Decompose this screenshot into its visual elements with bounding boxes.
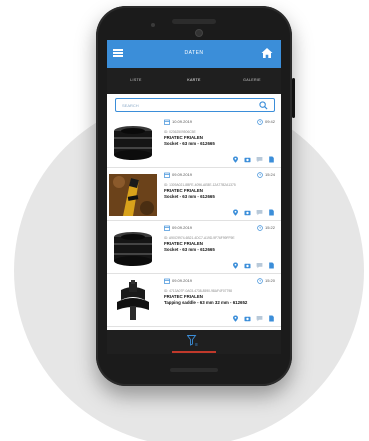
product-description: Socket - 63 mm - 612665 — [164, 194, 215, 199]
phone-frame: DATEN LISTE KARTE GALERIE SEARCH 10.09.2… — [96, 6, 295, 386]
record-date: 09.09.2019 — [164, 172, 192, 178]
camera-icon[interactable] — [244, 156, 251, 163]
camera-icon[interactable] — [244, 315, 251, 322]
comment-icon[interactable] — [256, 209, 263, 216]
product-thumbnail — [109, 121, 157, 163]
search-input[interactable]: SEARCH — [115, 98, 275, 112]
date-text: 09.09.2019 — [172, 278, 193, 284]
filter-icon[interactable]: ≡ — [187, 335, 201, 347]
record-time: 09:42 — [257, 119, 275, 125]
calendar-icon — [164, 119, 170, 125]
comment-icon[interactable] — [256, 262, 263, 269]
date-text: 10.09.2019 — [172, 119, 193, 125]
record-time: 15:22 — [257, 225, 275, 231]
clock-icon — [257, 225, 263, 231]
app-header: DATEN — [107, 40, 281, 68]
tab-bar: LISTE KARTE GALERIE — [107, 68, 281, 94]
calendar-icon — [164, 172, 170, 178]
record-date: 09.09.2019 — [164, 225, 192, 231]
comment-icon[interactable] — [256, 315, 263, 322]
record-date: 09.09.2019 — [164, 278, 192, 284]
document-icon[interactable] — [268, 209, 275, 216]
svg-text:≡: ≡ — [195, 342, 198, 347]
record-time: 15:20 — [257, 278, 275, 284]
home-icon[interactable] — [261, 47, 273, 59]
time-text: 15:24 — [264, 172, 275, 178]
location-pin-icon[interactable] — [232, 209, 239, 216]
date-text: 09.09.2019 — [172, 172, 193, 178]
camera-icon[interactable] — [244, 262, 251, 269]
list-item[interactable]: 10.09.2019 09:42 ID: 02362509506C5E FRIA… — [107, 116, 281, 168]
list-item[interactable]: 09.09.2019 15:22 ID: A90C9974-6B21-4DC7-… — [107, 222, 281, 274]
clock-icon — [257, 278, 263, 284]
bottom-speaker — [170, 368, 218, 372]
tab-liste[interactable]: LISTE — [107, 68, 165, 94]
page-title: DATEN — [184, 50, 204, 56]
proximity-sensor — [151, 23, 155, 27]
document-icon[interactable] — [268, 262, 275, 269]
list-item[interactable]: 09.09.2019 15:24 ID: 1309A021-8BFE-4096-… — [107, 169, 281, 221]
manufacturer: FRIATEC FRIALEN — [164, 188, 203, 193]
tab-galerie[interactable]: GALERIE — [223, 68, 281, 94]
active-indicator — [172, 351, 216, 353]
item-actions — [232, 209, 275, 216]
time-text: 15:22 — [264, 225, 275, 231]
product-description: Tapping saddle - 63 mm 32 mm - 612652 — [164, 300, 248, 305]
product-description: Socket - 63 mm - 612665 — [164, 247, 215, 252]
item-actions — [232, 262, 275, 269]
bottom-bar: ≡ — [107, 330, 281, 354]
front-camera — [195, 29, 203, 37]
search-placeholder: SEARCH — [122, 103, 139, 108]
power-button — [292, 78, 295, 118]
document-icon[interactable] — [268, 315, 275, 322]
date-text: 09.09.2019 — [172, 225, 193, 231]
record-time: 15:24 — [257, 172, 275, 178]
tab-karte[interactable]: KARTE — [165, 68, 223, 94]
camera-icon[interactable] — [244, 209, 251, 216]
record-date: 10.09.2019 — [164, 119, 192, 125]
list-item[interactable]: 09.09.2019 15:20 ID: 4713A07F-0A03-4738-… — [107, 275, 281, 327]
time-text: 09:42 — [264, 119, 275, 125]
comment-icon[interactable] — [256, 156, 263, 163]
clock-icon — [257, 172, 263, 178]
serial-id: ID: A90C9974-6B21-4DC7-A19D-9F76F99FF9E — [164, 236, 235, 240]
product-thumbnail — [109, 227, 157, 269]
location-pin-icon[interactable] — [232, 156, 239, 163]
document-icon[interactable] — [268, 156, 275, 163]
location-pin-icon[interactable] — [232, 262, 239, 269]
calendar-icon — [164, 225, 170, 231]
serial-id: ID: 1309A021-8BFE-4096-AE8E-12A77B2A1375 — [164, 183, 236, 187]
location-pin-icon[interactable] — [232, 315, 239, 322]
item-actions — [232, 156, 275, 163]
time-text: 15:20 — [264, 278, 275, 284]
serial-id: ID: 4713A07F-0A03-4738-8590-98AF4F07798 — [164, 289, 232, 293]
item-actions — [232, 315, 275, 322]
earpiece — [172, 19, 216, 24]
manufacturer: FRIATEC FRIALEN — [164, 135, 203, 140]
record-list: 10.09.2019 09:42 ID: 02362509506C5E FRIA… — [107, 116, 281, 330]
serial-id: ID: 02362509506C5E — [164, 130, 196, 134]
manufacturer: FRIATEC FRIALEN — [164, 241, 203, 246]
calendar-icon — [164, 278, 170, 284]
manufacturer: FRIATEC FRIALEN — [164, 294, 203, 299]
search-icon[interactable] — [259, 101, 268, 110]
product-thumbnail — [109, 280, 157, 322]
product-thumbnail — [109, 174, 157, 216]
app-screen: DATEN LISTE KARTE GALERIE SEARCH 10.09.2… — [107, 40, 281, 354]
clock-icon — [257, 119, 263, 125]
product-description: Socket - 63 mm - 612665 — [164, 141, 215, 146]
